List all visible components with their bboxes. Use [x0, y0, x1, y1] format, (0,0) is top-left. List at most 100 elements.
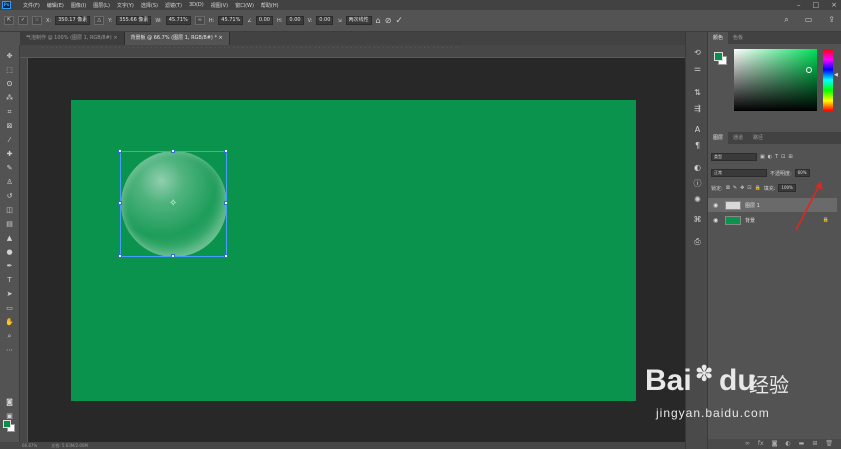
h-skew-field[interactable]: 0.00: [286, 16, 304, 25]
tool-preset-icon[interactable]: ⇱: [4, 16, 14, 25]
quick-mask-icon[interactable]: ◙: [4, 398, 15, 407]
hue-slider[interactable]: [823, 49, 833, 111]
adjustment-layer-icon[interactable]: ◐: [785, 439, 790, 449]
dodge-tool-icon[interactable]: ●: [4, 248, 15, 257]
blend-mode-select[interactable]: 正常: [711, 169, 767, 177]
v-skew-field[interactable]: 0.00: [316, 16, 334, 25]
search-icon[interactable]: ⌕: [784, 15, 788, 25]
tab-swatches[interactable]: 色板: [728, 32, 748, 44]
link-icon[interactable]: ∞: [194, 16, 205, 25]
menu-type[interactable]: 文字(Y): [117, 2, 134, 9]
transform-handle-b[interactable]: [171, 254, 175, 258]
tab-layers[interactable]: 图层: [708, 132, 729, 144]
maximize-icon[interactable]: □: [813, 1, 820, 9]
transform-handle-l[interactable]: [118, 201, 122, 205]
width-field[interactable]: 45.71%: [165, 16, 191, 25]
tab-channels[interactable]: 通道: [728, 132, 748, 144]
glyphs-panel-icon[interactable]: ⎙: [692, 237, 703, 247]
relative-position-icon[interactable]: △: [94, 16, 105, 25]
history-panel-icon[interactable]: ⟲: [692, 48, 703, 58]
move-tool-icon[interactable]: ✥: [4, 52, 15, 61]
close-icon[interactable]: ×: [831, 1, 837, 9]
menu-window[interactable]: 窗口(W): [235, 2, 254, 9]
magic-wand-icon[interactable]: ⁂: [4, 94, 15, 103]
workspace-icon[interactable]: ▭: [805, 15, 813, 25]
interpolation-select[interactable]: 两次线性: [345, 16, 372, 25]
foreground-color-swatch[interactable]: [3, 420, 11, 428]
pen-tool-icon[interactable]: ✒: [4, 262, 15, 271]
document-canvas[interactable]: ✧: [71, 100, 636, 401]
menu-select[interactable]: 选择(S): [141, 2, 158, 9]
layer-style-icon[interactable]: fx: [758, 439, 764, 449]
info-panel-icon[interactable]: ⓘ: [692, 179, 703, 189]
color-cursor[interactable]: [806, 67, 812, 73]
properties-panel-icon[interactable]: ⚌: [692, 64, 703, 74]
tab-bubble[interactable]: 气泡制作 @ 100% (图层 1, RGB/8#) ×: [20, 32, 125, 45]
crop-tool-icon[interactable]: ⌗: [4, 108, 15, 117]
delete-layer-icon[interactable]: 🗑: [825, 439, 833, 449]
zoom-tool-icon[interactable]: ⌕: [4, 332, 15, 341]
eyedropper-tool-icon[interactable]: ⁄: [4, 136, 15, 145]
new-group-icon[interactable]: ▬: [799, 439, 805, 449]
menu-edit[interactable]: 编辑(E): [47, 2, 64, 9]
cancel-transform-icon[interactable]: ⊘: [385, 16, 392, 25]
menu-file[interactable]: 文件(F): [23, 2, 40, 9]
filter-type-icon[interactable]: T: [775, 154, 778, 160]
adjustments-panel-icon[interactable]: ⇅: [692, 88, 703, 98]
hand-tool-icon[interactable]: ✋: [4, 318, 15, 327]
reference-point-checkbox[interactable]: ✓: [18, 16, 28, 25]
path-select-icon[interactable]: ➤: [4, 290, 15, 299]
panel-foreground-swatch[interactable]: [714, 52, 723, 61]
new-layer-icon[interactable]: ⊞: [812, 439, 817, 449]
layer-name[interactable]: 背景: [745, 217, 755, 224]
commit-transform-icon[interactable]: ✓: [395, 16, 403, 26]
share-icon[interactable]: ⇪: [828, 15, 835, 25]
link-layers-icon[interactable]: ∞: [745, 439, 750, 449]
saturation-value-field[interactable]: [734, 49, 817, 111]
frame-tool-icon[interactable]: ⊠: [4, 122, 15, 131]
transform-handle-tl[interactable]: [118, 149, 122, 153]
height-field[interactable]: 45.71%: [218, 16, 244, 25]
shape-tool-icon[interactable]: ▭: [4, 304, 15, 313]
gradient-tool-icon[interactable]: ▤: [4, 220, 15, 229]
menu-filter[interactable]: 滤镜(T): [165, 2, 182, 9]
tab-paths[interactable]: 路径: [748, 132, 768, 144]
marquee-tool-icon[interactable]: ⬚: [4, 66, 15, 75]
tab-color[interactable]: 颜色: [708, 32, 729, 44]
lasso-tool-icon[interactable]: ʘ: [4, 80, 15, 89]
history-brush-icon[interactable]: ↺: [4, 192, 15, 201]
more-tools-icon[interactable]: ⋯: [4, 346, 15, 355]
filter-shape-icon[interactable]: ⊡: [781, 154, 785, 160]
layer-filter-select[interactable]: 类型: [711, 153, 757, 161]
transform-handle-r[interactable]: [224, 201, 228, 205]
filter-pixel-icon[interactable]: ▣: [760, 154, 765, 160]
zoom-readout[interactable]: 66.67%: [22, 442, 37, 449]
add-mask-icon[interactable]: ◙: [772, 439, 778, 449]
minimize-icon[interactable]: –: [797, 1, 801, 9]
paragraph-panel-icon[interactable]: ¶: [692, 141, 703, 151]
stamp-tool-icon[interactable]: ♙: [4, 178, 15, 187]
visibility-eye-icon[interactable]: ◉: [713, 217, 721, 224]
canvas-workspace[interactable]: ✧: [28, 58, 685, 442]
angle-field[interactable]: 0.00: [255, 16, 273, 25]
y-field[interactable]: 355.66 像素: [116, 16, 152, 25]
hue-pointer-icon[interactable]: ◀: [834, 72, 838, 78]
menu-image[interactable]: 图像(I): [71, 2, 86, 9]
filter-adjust-icon[interactable]: ◐: [768, 154, 772, 160]
blur-tool-icon[interactable]: ▲: [4, 234, 15, 243]
transform-handle-br[interactable]: [224, 254, 228, 258]
menu-layer[interactable]: 图层(L): [93, 2, 110, 9]
menu-help[interactable]: 帮助(H): [261, 2, 279, 9]
reference-point-icon[interactable]: ⁙: [32, 16, 42, 25]
character-panel-icon[interactable]: A: [692, 125, 703, 135]
type-tool-icon[interactable]: T: [4, 276, 15, 285]
menu-3d[interactable]: 3D(D): [189, 2, 204, 9]
styles-panel-icon[interactable]: ◐: [692, 163, 703, 173]
transform-handle-tr[interactable]: [224, 149, 228, 153]
x-field[interactable]: 350.17 像素: [55, 16, 91, 25]
transform-handle-t[interactable]: [171, 149, 175, 153]
brush-settings-icon[interactable]: ✺: [692, 195, 703, 205]
opacity-field[interactable]: 60%: [794, 169, 810, 177]
tab-background[interactable]: 背景板 @ 66.7% (图层 1, RGB/8#) * ×: [124, 32, 230, 45]
lock-all-icon[interactable]: 🔒: [755, 185, 761, 191]
